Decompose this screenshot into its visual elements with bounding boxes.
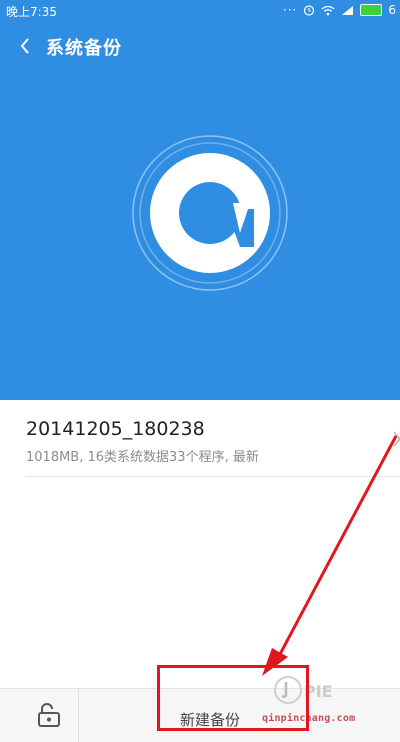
status-bar: 晚上7:35 ··· 6 (0, 0, 400, 22)
backup-details: 1018MB, 16类系统数据33个程序, 最新 (26, 450, 259, 465)
page-title: 系统备份 (46, 38, 122, 59)
status-icons: ··· 6 (283, 3, 396, 17)
wifi-icon (321, 5, 335, 15)
chevron-right-icon (393, 431, 400, 447)
chevron-left-icon (20, 38, 29, 54)
backup-logo-icon (132, 135, 288, 291)
hero-panel: 系统备份 (0, 22, 400, 400)
backup-list-item[interactable]: 20141205_180238 1018MB, 16类系统数据33个程序, 最新 (0, 400, 400, 476)
highlight-box (157, 665, 309, 731)
battery-label: 6 (388, 3, 396, 17)
battery-icon (360, 4, 383, 16)
notification-dots-icon: ··· (282, 3, 298, 17)
status-time: 晚上7:35 (6, 5, 57, 19)
backup-name: 20141205_180238 (26, 418, 205, 440)
list-divider (26, 476, 400, 477)
back-button[interactable] (12, 32, 40, 60)
signal-icon (342, 5, 354, 15)
alarm-icon (304, 5, 315, 16)
app-bar: 系统备份 (0, 22, 400, 70)
lock-button[interactable] (20, 689, 79, 742)
unlock-icon (38, 703, 60, 727)
backup-logo (130, 133, 290, 293)
